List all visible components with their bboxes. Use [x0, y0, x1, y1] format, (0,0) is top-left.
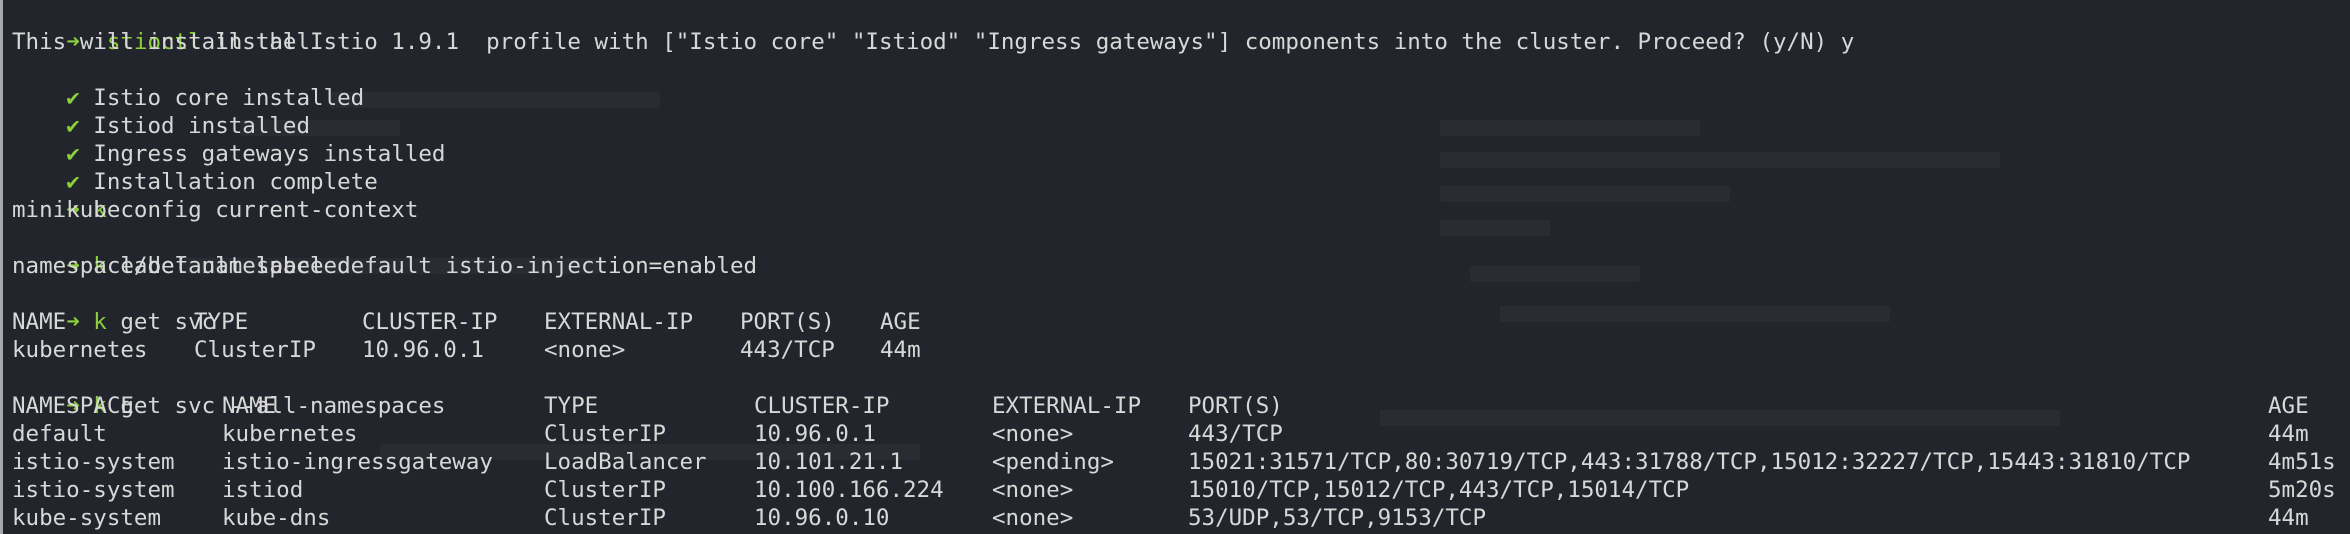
table-cell: 53/UDP,53/TCP,9153/TCP — [1188, 505, 1487, 531]
prompt-arrow-icon: ➜ — [66, 309, 80, 335]
terminal-window[interactable]: ➜ istioctl install This will install the… — [0, 0, 2350, 534]
table-cell: 10.96.0.10 — [754, 505, 890, 531]
table-header-cell: PORT(S) — [740, 309, 835, 335]
table-cell: 15021:31571/TCP,80:30719/TCP,443:31788/T… — [1188, 449, 2191, 475]
terminal-output-line: ✔ Installation complete — [12, 140, 378, 195]
table-header-cell: AGE — [2268, 393, 2309, 419]
table-cell: 4m51s — [2268, 449, 2336, 475]
table-cell: kubernetes — [12, 337, 148, 363]
table-cell: <pending> — [992, 449, 1114, 475]
table-cell: default — [12, 421, 107, 447]
table-header-cell: EXTERNAL-IP — [544, 309, 694, 335]
table-cell: <none> — [992, 505, 1074, 531]
table-cell: LoadBalancer — [544, 449, 707, 475]
table-cell: 44m — [880, 337, 921, 363]
table-cell: kubernetes — [222, 421, 358, 447]
terminal-line-istioctl-install: ➜ istioctl install — [12, 0, 310, 55]
terminal-output-line: This will install the Istio 1.9.1 profil… — [12, 29, 1855, 55]
command-name: k — [93, 309, 107, 335]
table-header-cell: CLUSTER-IP — [754, 393, 890, 419]
table-cell: 44m — [2268, 421, 2309, 447]
table-header-cell: NAME — [222, 393, 277, 419]
table-cell: 443/TCP — [1188, 421, 1283, 447]
table-cell: ClusterIP — [544, 505, 666, 531]
table-header-cell: EXTERNAL-IP — [992, 393, 1142, 419]
table-header-cell: NAMESPACE — [12, 393, 134, 419]
terminal-output-line: ✔ Istio core installed — [12, 56, 364, 111]
table-cell: <none> — [992, 421, 1074, 447]
table-cell: 15010/TCP,15012/TCP,443/TCP,15014/TCP — [1188, 477, 1690, 503]
terminal-line-label-namespace: ➜ k label namespace default istio-inject… — [12, 224, 757, 279]
table-cell: kube-system — [12, 505, 162, 531]
table-header-cell: PORT(S) — [1188, 393, 1283, 419]
terminal-output-line: ✔ Ingress gateways installed — [12, 112, 445, 167]
table-cell: istio-ingressgateway — [222, 449, 493, 475]
window-edge — [0, 0, 3, 534]
table-header-cell: AGE — [880, 309, 921, 335]
terminal-output-line: ✔ Istiod installed — [12, 84, 310, 139]
table-cell: istiod — [222, 477, 304, 503]
terminal-line-get-svc-all-namespaces: ➜ k get svc --all-namespaces — [12, 364, 445, 419]
table-cell: 10.96.0.1 — [754, 421, 876, 447]
table-cell: 10.101.21.1 — [754, 449, 904, 475]
terminal-line-config-current-context: ➜ k config current-context — [12, 168, 418, 223]
table-cell: ClusterIP — [544, 477, 666, 503]
table-cell: <none> — [544, 337, 626, 363]
table-header-cell: CLUSTER-IP — [362, 309, 498, 335]
command-args: config current-context — [106, 197, 419, 223]
table-cell: <none> — [992, 477, 1074, 503]
terminal-output-line: namespace/default labeled — [12, 253, 351, 279]
table-header-cell: NAME — [12, 309, 67, 335]
table-cell: 10.96.0.1 — [362, 337, 484, 363]
table-cell: 44m — [2268, 505, 2309, 531]
terminal-output-line: minikube — [12, 197, 121, 223]
table-cell: ClusterIP — [544, 421, 666, 447]
table-cell: 5m20s — [2268, 477, 2336, 503]
table-cell: 10.100.166.224 — [754, 477, 944, 503]
table-cell: 443/TCP — [740, 337, 835, 363]
table-header-cell: TYPE — [544, 393, 599, 419]
table-cell: kube-dns — [222, 505, 331, 531]
table-cell: ClusterIP — [194, 337, 316, 363]
table-header-cell: TYPE — [194, 309, 249, 335]
table-cell: istio-system — [12, 477, 175, 503]
table-cell: istio-system — [12, 449, 175, 475]
terminal-line-get-svc: ➜ k get svc — [12, 280, 215, 335]
